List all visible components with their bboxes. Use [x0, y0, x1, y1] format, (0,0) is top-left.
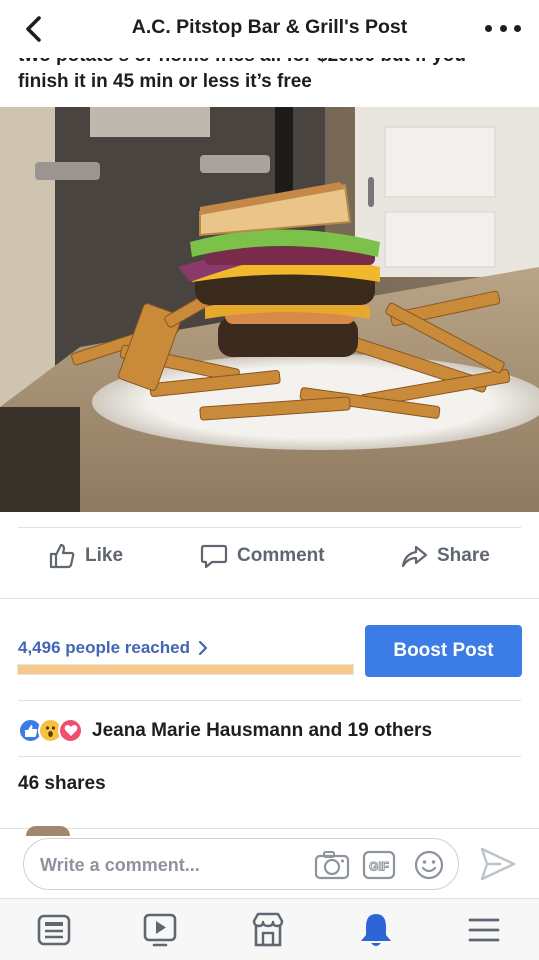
- post-photo[interactable]: [0, 107, 539, 512]
- divider: [0, 598, 539, 599]
- news-feed-icon: [37, 914, 71, 946]
- burger-photo-illustration: [0, 107, 539, 512]
- more-dot-icon: [514, 24, 521, 32]
- post-actions-bar: Like Comment Share: [0, 527, 539, 585]
- back-button[interactable]: [18, 12, 48, 46]
- more-dot-icon: [485, 24, 492, 32]
- marketplace-tab[interactable]: [248, 911, 288, 949]
- like-button[interactable]: Like: [48, 542, 123, 570]
- hamburger-menu-icon: [468, 918, 500, 942]
- post-text-line: finish it in 45 min or less it’s free: [18, 71, 312, 92]
- divider: [18, 756, 521, 757]
- news-feed-tab[interactable]: [34, 911, 74, 949]
- people-reached-text: 4,496 people reached: [18, 638, 190, 657]
- love-reaction-icon: [58, 718, 83, 743]
- emoji-icon[interactable]: [414, 850, 444, 885]
- notifications-tab[interactable]: [356, 911, 396, 949]
- menu-tab[interactable]: [464, 911, 504, 949]
- chevron-right-icon: [198, 640, 208, 656]
- share-button[interactable]: Share: [400, 542, 490, 570]
- share-arrow-icon: [401, 545, 428, 568]
- reaction-icons: [18, 718, 83, 743]
- svg-text:GIF: GIF: [369, 860, 389, 874]
- reactions-summary[interactable]: Jeana Marie Hausmann and 19 others: [18, 718, 432, 743]
- bottom-navigation: [0, 898, 539, 960]
- marketplace-icon: [252, 912, 284, 947]
- top-bar: A.C. Pitstop Bar & Grill's Post: [0, 0, 539, 58]
- more-dot-icon: [499, 24, 507, 32]
- boost-post-button[interactable]: Boost Post: [365, 625, 522, 677]
- watch-tab[interactable]: [140, 911, 180, 949]
- comment-label: Comment: [237, 545, 325, 566]
- comment-input[interactable]: [40, 852, 310, 878]
- reactions-text: Jeana Marie Hausmann and 19 others: [92, 719, 433, 741]
- comment-bubble-icon: [200, 544, 228, 569]
- send-icon: [480, 847, 516, 881]
- camera-icon[interactable]: [314, 850, 350, 885]
- reach-progress-bar: [17, 664, 354, 675]
- thumbs-up-icon: [49, 543, 75, 569]
- avatar: [26, 826, 70, 836]
- reach-progress-fill: [18, 665, 353, 674]
- shares-count[interactable]: 46 shares: [18, 773, 106, 795]
- bell-icon: [361, 914, 391, 946]
- people-reached-link[interactable]: 4,496 people reached: [18, 638, 208, 658]
- comment-button[interactable]: Comment: [200, 542, 325, 570]
- chevron-left-icon: [26, 16, 41, 42]
- like-label: Like: [85, 545, 124, 566]
- gif-icon[interactable]: GIF: [362, 850, 396, 885]
- more-options-button[interactable]: [485, 18, 521, 38]
- divider: [18, 700, 521, 701]
- page-title: A.C. Pitstop Bar & Grill's Post: [131, 16, 408, 38]
- watch-icon: [143, 913, 177, 947]
- share-label: Share: [437, 545, 490, 566]
- comment-input-container[interactable]: GIF: [23, 838, 459, 890]
- send-button[interactable]: [479, 846, 517, 887]
